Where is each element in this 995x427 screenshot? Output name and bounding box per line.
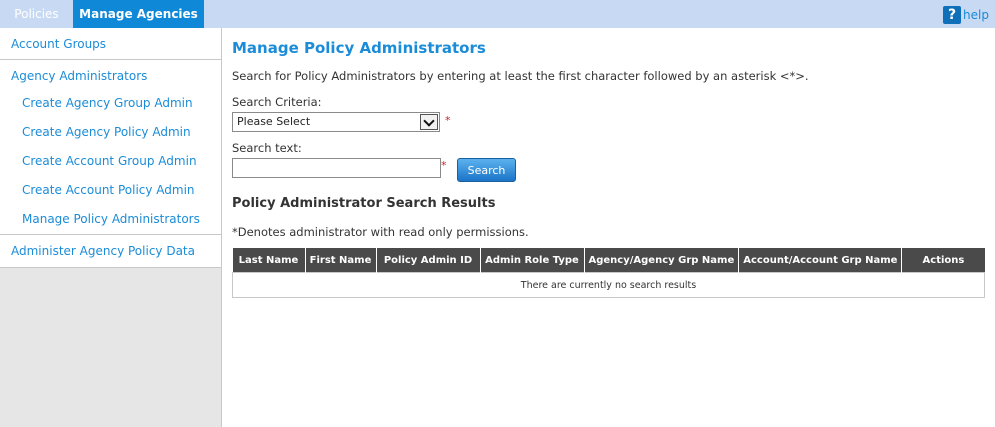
search-criteria-label: Search Criteria:	[232, 95, 322, 109]
results-title: Policy Administrator Search Results	[232, 196, 496, 211]
search-text-label: Search text:	[232, 141, 302, 155]
results-table: Last Name First Name Policy Admin ID Adm…	[232, 248, 985, 298]
sidebar-item-create-account-policy-admin[interactable]: Create Account Policy Admin	[0, 176, 221, 205]
read-only-note: *Denotes administrator with read only pe…	[232, 225, 529, 239]
column-header-agency-grp-name[interactable]: Agency/Agency Grp Name	[584, 248, 740, 273]
sidebar-section-agency-administrators: Agency Administrators Create Agency Grou…	[0, 60, 221, 235]
sidebar: Account Groups Agency Administrators Cre…	[0, 28, 222, 427]
sidebar-section-administer: Administer Agency Policy Data	[0, 235, 221, 268]
tab-manage-agencies[interactable]: Manage Agencies	[73, 0, 204, 28]
sidebar-item-create-agency-policy-admin[interactable]: Create Agency Policy Admin	[0, 118, 221, 147]
sidebar-section-account-groups: Account Groups	[0, 28, 221, 60]
sidebar-item-create-account-group-admin[interactable]: Create Account Group Admin	[0, 147, 221, 176]
table-row: There are currently no search results	[232, 272, 985, 298]
column-header-account-grp-name[interactable]: Account/Account Grp Name	[738, 248, 903, 273]
page-title: Manage Policy Administrators	[232, 39, 486, 57]
help-link[interactable]: ? help	[943, 6, 989, 24]
column-header-actions: Actions	[901, 248, 985, 273]
empty-results-message: There are currently no search results	[232, 272, 985, 298]
help-label[interactable]: help	[963, 8, 989, 22]
chevron-down-icon[interactable]	[420, 114, 438, 130]
required-marker: *	[445, 114, 451, 127]
search-button[interactable]: Search	[457, 158, 516, 182]
search-text-input[interactable]	[232, 158, 441, 178]
column-header-policy-admin-id[interactable]: Policy Admin ID	[376, 248, 481, 273]
sidebar-item-administer-agency-policy-data[interactable]: Administer Agency Policy Data	[0, 235, 221, 267]
column-header-last-name[interactable]: Last Name	[232, 248, 306, 273]
required-marker: *	[441, 159, 447, 172]
sidebar-item-manage-policy-administrators[interactable]: Manage Policy Administrators	[0, 205, 221, 234]
sidebar-item-create-agency-group-admin[interactable]: Create Agency Group Admin	[0, 89, 221, 118]
search-instructions: Search for Policy Administrators by ente…	[232, 69, 809, 83]
tab-policies[interactable]: Policies	[0, 0, 73, 28]
search-criteria-value: Please Select	[237, 115, 311, 128]
column-header-admin-role-type[interactable]: Admin Role Type	[480, 248, 585, 273]
column-header-first-name[interactable]: First Name	[305, 248, 377, 273]
sidebar-item-account-groups[interactable]: Account Groups	[0, 28, 221, 59]
search-criteria-select[interactable]: Please Select	[232, 112, 440, 132]
sidebar-item-agency-administrators[interactable]: Agency Administrators	[0, 60, 221, 89]
top-nav-bar: Policies Manage Agencies ? help	[0, 0, 995, 28]
table-header-row: Last Name First Name Policy Admin ID Adm…	[232, 248, 985, 273]
help-icon[interactable]: ?	[943, 6, 962, 24]
